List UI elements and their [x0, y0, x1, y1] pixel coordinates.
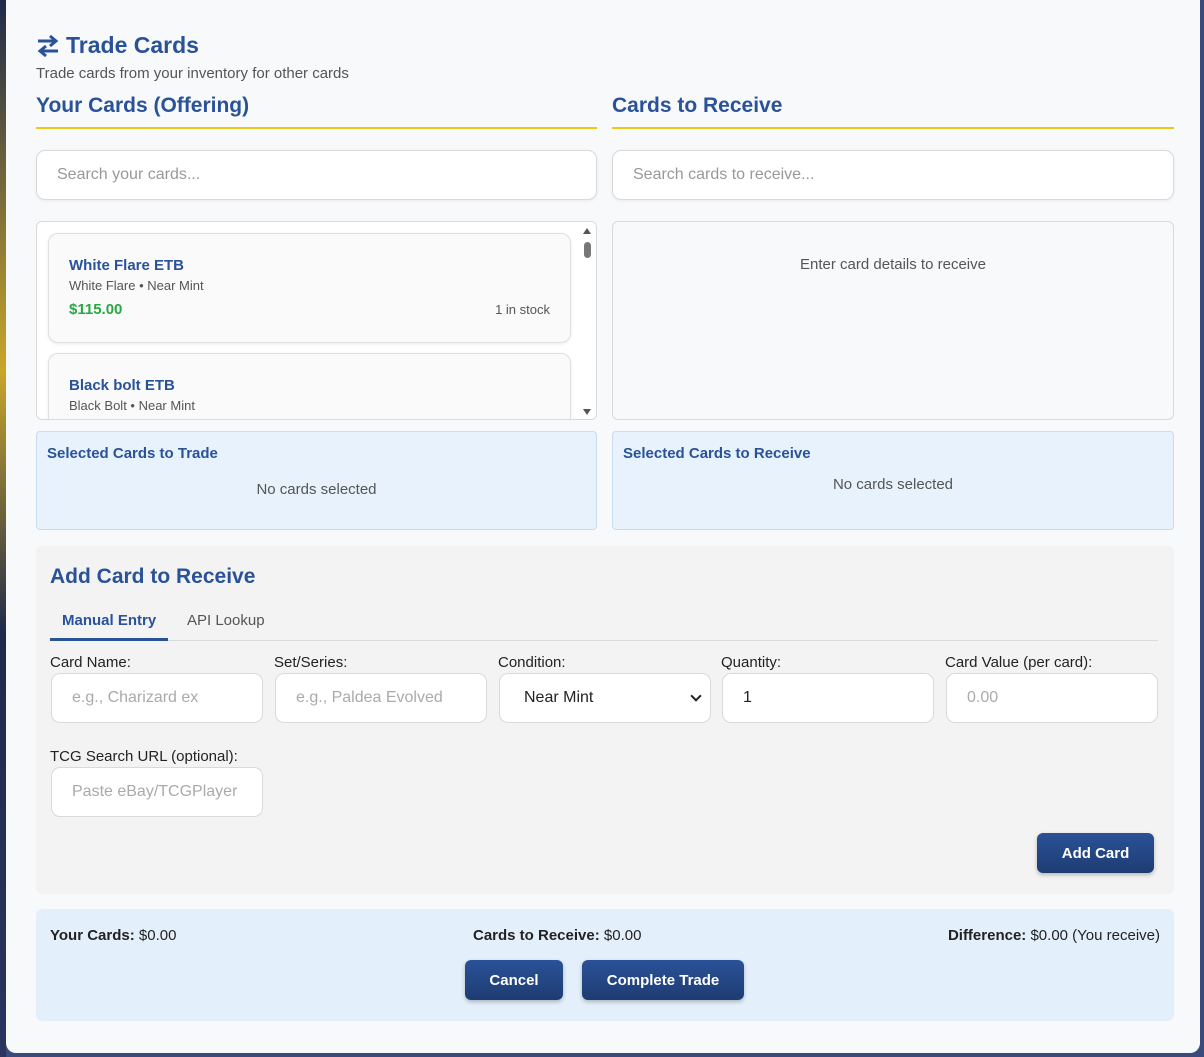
difference-total: Difference: $0.00 (You receive) [948, 927, 1160, 944]
condition-label: Condition: [498, 654, 566, 671]
add-card-button[interactable]: Add Card [1037, 833, 1154, 873]
card-stock: 1 in stock [495, 302, 550, 317]
condition-select[interactable]: Near Mint [499, 673, 711, 723]
chevron-down-icon [690, 690, 702, 702]
selected-trade-empty: No cards selected [256, 481, 377, 498]
set-series-input[interactable] [275, 673, 487, 723]
selected-receive-panel: Selected Cards to Receive No cards selec… [612, 431, 1174, 530]
offering-search-input[interactable] [36, 150, 597, 200]
selected-receive-title: Selected Cards to Receive [623, 445, 811, 462]
scroll-down-icon[interactable] [583, 409, 591, 415]
page-subtitle: Trade cards from your inventory for othe… [36, 65, 349, 82]
selected-trade-title: Selected Cards to Trade [47, 445, 218, 462]
quantity-input[interactable] [722, 673, 934, 723]
condition-value: Near Mint [524, 689, 594, 706]
your-cards-total: Your Cards: $0.00 [50, 927, 176, 944]
page-title: Trade Cards [66, 32, 199, 58]
tcg-url-input[interactable] [51, 767, 263, 817]
set-series-label: Set/Series: [274, 654, 348, 671]
receive-card-list: Enter card details to receive [612, 221, 1174, 420]
card-value-input[interactable] [946, 673, 1158, 723]
card-price: $115.00 [69, 301, 123, 318]
entry-tabs: Manual Entry API Lookup [50, 608, 1158, 641]
scroll-thumb[interactable] [584, 242, 591, 258]
add-card-title: Add Card to Receive [50, 565, 256, 588]
offering-heading: Your Cards (Offering) [36, 94, 597, 129]
selected-trade-panel: Selected Cards to Trade No cards selecte… [36, 431, 597, 530]
tab-manual-entry[interactable]: Manual Entry [50, 608, 169, 641]
receive-heading: Cards to Receive [612, 94, 1174, 129]
your-cards-label: Your Cards: [50, 927, 135, 944]
card-footer: $115.00 1 in stock [69, 301, 550, 318]
selected-receive-empty: No cards selected [832, 476, 954, 493]
title-row: Trade Cards [36, 32, 349, 59]
card-name: Black bolt ETB [69, 377, 175, 394]
trade-modal: Trade Cards Trade cards from your invent… [6, 0, 1200, 1053]
tab-api-lookup[interactable]: API Lookup [175, 608, 277, 641]
swap-arrows-icon [36, 34, 60, 57]
receive-total: Cards to Receive: $0.00 [473, 927, 641, 944]
tcg-url-label: TCG Search URL (optional): [50, 748, 238, 765]
card-item[interactable]: White Flare ETB White Flare • Near Mint … [48, 233, 571, 343]
card-details: Black Bolt • Near Mint [69, 398, 195, 413]
complete-trade-button[interactable]: Complete Trade [582, 960, 744, 1000]
your-cards-value: $0.00 [138, 927, 177, 944]
offering-card-list[interactable]: White Flare ETB White Flare • Near Mint … [36, 221, 597, 420]
card-name-label: Card Name: [50, 654, 131, 671]
scroll-up-icon[interactable] [583, 228, 591, 234]
receive-value: $0.00 [603, 927, 642, 944]
receive-search-input[interactable] [612, 150, 1174, 200]
list-scrollbar[interactable] [579, 222, 596, 419]
card-details: White Flare • Near Mint [69, 278, 204, 293]
cancel-button[interactable]: Cancel [465, 960, 563, 1000]
receive-empty-message: Enter card details to receive [800, 256, 986, 273]
trade-summary: Your Cards: $0.00 Cards to Receive: $0.0… [36, 909, 1174, 1021]
quantity-label: Quantity: [721, 654, 782, 671]
add-card-panel: Add Card to Receive Manual Entry API Loo… [36, 546, 1174, 894]
card-name: White Flare ETB [69, 257, 185, 274]
receive-label: Cards to Receive: [473, 927, 600, 944]
difference-value: $0.00 (You receive) [1030, 927, 1160, 944]
card-value-label: Card Value (per card): [945, 654, 1093, 671]
card-name-input[interactable] [51, 673, 263, 723]
modal-header: Trade Cards Trade cards from your invent… [36, 32, 349, 82]
difference-label: Difference: [947, 927, 1027, 944]
card-item[interactable]: Black bolt ETB Black Bolt • Near Mint [48, 353, 571, 419]
